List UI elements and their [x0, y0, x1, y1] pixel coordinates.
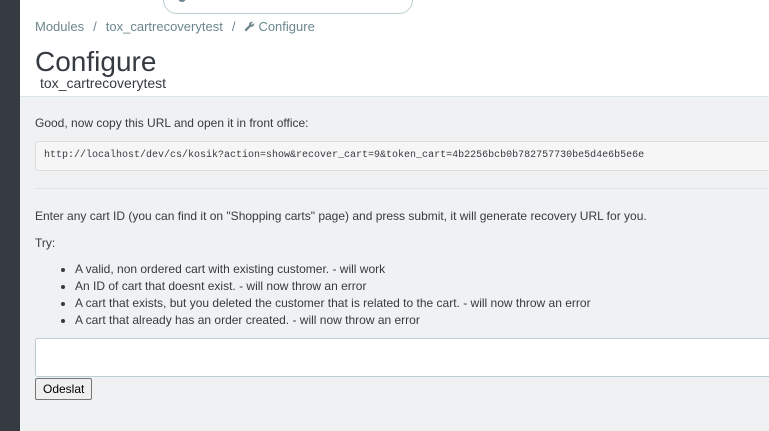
header-search-input[interactable]: [163, 0, 413, 14]
page-header: Modules / tox_cartrecoverytest / Configu…: [20, 0, 769, 97]
breadcrumb-separator: /: [231, 19, 236, 34]
list-item: A cart that exists, but you deleted the …: [75, 295, 591, 312]
list-item: An ID of cart that doesnt exist. - will …: [75, 278, 591, 295]
submit-button[interactable]: Odeslat: [35, 378, 93, 400]
admin-sidebar: [0, 0, 20, 431]
instructions-text: Enter any cart ID (you can find it on "S…: [35, 209, 647, 223]
wrench-icon: [245, 21, 255, 32]
breadcrumb-current: Configure: [258, 19, 315, 34]
search-icon: [178, 0, 186, 2]
breadcrumb-item-module[interactable]: tox_cartrecoverytest: [106, 19, 223, 34]
page-subtitle: tox_cartrecoverytest: [40, 75, 167, 91]
breadcrumb-separator: /: [93, 19, 97, 34]
divider: [35, 188, 769, 189]
try-label: Try:: [35, 236, 56, 250]
list-item: A cart that already has an order created…: [75, 312, 591, 329]
cart-id-input[interactable]: [35, 338, 769, 377]
copy-url-label: Good, now copy this URL and open it in f…: [35, 116, 309, 130]
list-item: A valid, non ordered cart with existing …: [75, 261, 591, 278]
try-list: A valid, non ordered cart with existing …: [35, 261, 591, 329]
recovery-url-box[interactable]: http://localhost/dev/cs/kosik?action=sho…: [35, 141, 769, 171]
breadcrumb-item-modules[interactable]: Modules: [35, 19, 84, 34]
breadcrumb: Modules / tox_cartrecoverytest / Configu…: [35, 19, 315, 34]
